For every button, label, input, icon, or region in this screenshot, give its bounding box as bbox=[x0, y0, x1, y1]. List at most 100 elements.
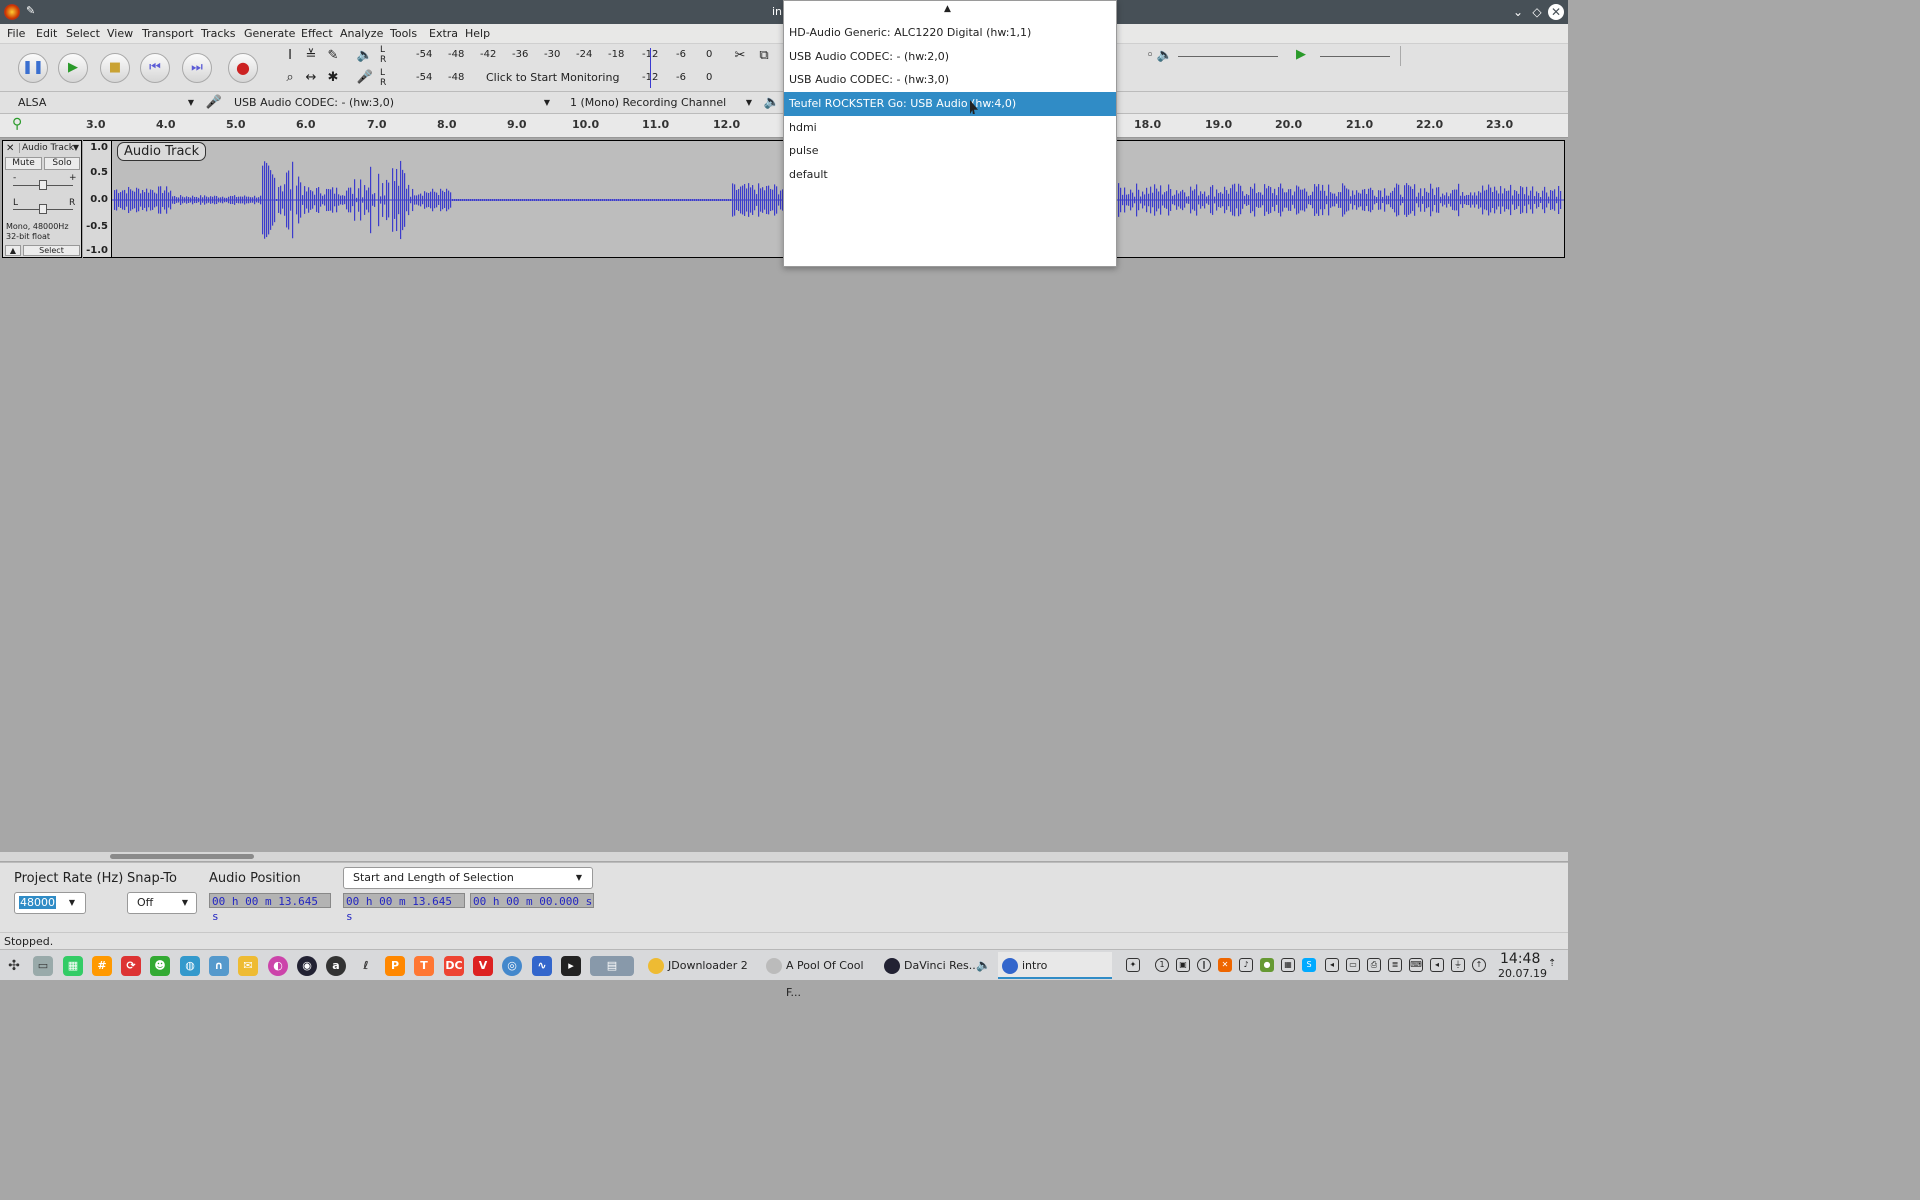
clock-time[interactable]: 14:48 bbox=[1500, 951, 1540, 967]
app-icon[interactable] bbox=[4, 4, 20, 20]
play-speed-slider[interactable] bbox=[1320, 56, 1390, 57]
track-close-button[interactable]: ✕ bbox=[6, 143, 14, 154]
timeshift-tool-icon[interactable]: ↔ bbox=[301, 68, 321, 88]
menu-select[interactable]: Select bbox=[66, 27, 100, 40]
skype-tray-icon[interactable]: S bbox=[1302, 958, 1316, 972]
network-tray-icon[interactable]: ↑ bbox=[1472, 958, 1486, 972]
draw-tool-icon[interactable]: ✎ bbox=[323, 46, 343, 66]
zoom-tool-icon[interactable]: ⌕ bbox=[280, 68, 300, 88]
device-tray-icon[interactable]: ▣ bbox=[1176, 958, 1190, 972]
minimize-icon[interactable]: ⌄ bbox=[1510, 4, 1526, 20]
mail-icon[interactable]: ✉ bbox=[238, 956, 258, 976]
menu-transport[interactable]: Transport bbox=[142, 27, 194, 40]
headphones-icon[interactable]: ∩ bbox=[209, 956, 229, 976]
play-at-speed-button[interactable]: ▶ bbox=[1296, 47, 1314, 65]
scrollbar-thumb[interactable] bbox=[110, 854, 254, 859]
menu-file[interactable]: File bbox=[7, 27, 25, 40]
audio-position-field[interactable]: 00 h 00 m 13.645 s bbox=[209, 893, 331, 923]
dropdown-item[interactable]: USB Audio CODEC: - (hw:2,0) bbox=[784, 45, 1116, 69]
dropdown-item[interactable]: USB Audio CODEC: - (hw:3,0) bbox=[784, 68, 1116, 92]
game-icon[interactable]: ☻ bbox=[150, 956, 170, 976]
clock-date[interactable]: 20.07.19 bbox=[1498, 967, 1547, 980]
copy-icon[interactable]: ⧉ bbox=[754, 46, 774, 66]
solo-button[interactable]: Solo bbox=[44, 157, 80, 170]
menu-analyze[interactable]: Analyze bbox=[340, 27, 383, 40]
playback-device-dropdown[interactable]: ▲ HD-Audio Generic: ALC1220 Digital (hw:… bbox=[783, 0, 1117, 267]
drive-icon[interactable]: ▭ bbox=[33, 956, 53, 976]
menu-tools[interactable]: Tools bbox=[390, 27, 417, 40]
cut-icon[interactable]: ✂ bbox=[730, 46, 750, 66]
scroll-up-icon[interactable]: ▲ bbox=[944, 4, 951, 14]
menu-tracks[interactable]: Tracks bbox=[201, 27, 236, 40]
select-track-button[interactable]: Select bbox=[23, 245, 80, 256]
gain-slider-thumb[interactable] bbox=[39, 180, 47, 190]
color-wheel-icon[interactable]: ◐ bbox=[268, 956, 288, 976]
recording-device-select[interactable]: USB Audio CODEC: - (hw:3,0) ▼ bbox=[228, 94, 554, 112]
playback-meter[interactable]: L R -54 -48 -42 -36 -30 -24 -18 -12 -6 0 bbox=[380, 45, 714, 65]
mute-button[interactable]: Mute bbox=[5, 157, 42, 170]
terminal-icon[interactable]: ▸ bbox=[561, 956, 581, 976]
skip-end-button[interactable]: ⏭ bbox=[182, 53, 212, 83]
task-intro[interactable]: intro bbox=[998, 952, 1112, 979]
record-meter[interactable]: L R -54 -48 Click to Start Monitoring -1… bbox=[380, 68, 714, 88]
selection-mode-select[interactable]: Start and Length of Selection ▼ bbox=[343, 867, 593, 889]
audio-host-select[interactable]: ALSA ▼ bbox=[12, 94, 198, 112]
davinci-launcher-icon[interactable]: ◉ bbox=[297, 956, 317, 976]
desktop-pager-icon[interactable]: ▤ bbox=[590, 956, 634, 976]
lightbulb-tray-icon[interactable]: ✦ bbox=[1126, 958, 1140, 972]
recording-channels-select[interactable]: 1 (Mono) Recording Channel ▼ bbox=[564, 94, 756, 112]
speaker-tray-icon[interactable]: ◂ bbox=[1430, 958, 1444, 972]
display-tray-icon[interactable]: ▭ bbox=[1346, 958, 1360, 972]
volume-tray-icon[interactable]: ◂ bbox=[1325, 958, 1339, 972]
collapse-track-icon[interactable]: ▲ bbox=[5, 245, 21, 256]
a-app-icon[interactable]: a bbox=[326, 956, 346, 976]
multi-tool-icon[interactable]: ✱ bbox=[323, 68, 343, 88]
info-tray-icon[interactable]: 1 bbox=[1155, 958, 1169, 972]
track-name-menu[interactable]: Audio Track ▼ bbox=[19, 143, 81, 153]
bell-tray-icon[interactable]: ♪ bbox=[1239, 958, 1253, 972]
start-monitoring-hint[interactable]: Click to Start Monitoring bbox=[486, 71, 619, 84]
skip-start-button[interactable]: ⏮ bbox=[140, 53, 170, 83]
p-app-icon[interactable]: P bbox=[385, 956, 405, 976]
selection-tool-icon[interactable]: I bbox=[280, 46, 300, 66]
green-tray-icon[interactable]: ● bbox=[1260, 958, 1274, 972]
dropdown-item-selected[interactable]: Teufel ROCKSTER Go: USB Audio (hw:4,0) bbox=[784, 92, 1116, 116]
pause-button[interactable]: ❚❚ bbox=[18, 53, 48, 83]
task-jdownloader[interactable]: JDownloader 2 bbox=[644, 952, 754, 979]
app-launcher-icon[interactable]: ✣ bbox=[4, 956, 24, 976]
close-icon[interactable]: ✕ bbox=[1548, 4, 1564, 20]
pin-playhead-icon[interactable]: ⚲ bbox=[12, 116, 30, 134]
selection-start-field[interactable]: 00 h 00 m 13.645 s bbox=[343, 893, 465, 923]
snap-to-select[interactable]: Off ▼ bbox=[127, 892, 197, 914]
keyboard-tray-icon[interactable]: ⌨ bbox=[1409, 958, 1423, 972]
notes-tray-icon[interactable]: ≣ bbox=[1388, 958, 1402, 972]
globe-icon[interactable]: ◍ bbox=[180, 956, 200, 976]
pen-icon[interactable]: ℓ bbox=[356, 956, 376, 976]
pause-tray-icon[interactable]: ∥ bbox=[1197, 958, 1211, 972]
menu-generate[interactable]: Generate bbox=[244, 27, 295, 40]
menu-view[interactable]: View bbox=[107, 27, 133, 40]
menu-extra[interactable]: Extra bbox=[429, 27, 458, 40]
pan-slider-thumb[interactable] bbox=[39, 204, 47, 214]
dropdown-item[interactable]: hdmi bbox=[784, 116, 1116, 140]
dc-app-icon[interactable]: DC bbox=[444, 956, 464, 976]
track-label[interactable]: Audio Track bbox=[117, 142, 207, 161]
menu-edit[interactable]: Edit bbox=[36, 27, 57, 40]
tray-expand-icon[interactable]: ⇡ bbox=[1548, 958, 1556, 969]
menu-help[interactable]: Help bbox=[465, 27, 490, 40]
play-button[interactable]: ▶ bbox=[58, 53, 88, 83]
dropdown-item[interactable]: default bbox=[784, 163, 1116, 187]
task-davinci[interactable]: DaVinci Res... bbox=[880, 952, 990, 979]
chromium-icon[interactable]: ◎ bbox=[502, 956, 522, 976]
playback-volume-slider[interactable] bbox=[1178, 56, 1278, 57]
horizontal-scrollbar[interactable] bbox=[0, 852, 1568, 861]
maximize-icon[interactable]: ◇ bbox=[1529, 4, 1545, 20]
selection-length-field[interactable]: 00 h 00 m 00.000 s bbox=[470, 893, 594, 908]
dropdown-item[interactable]: HD-Audio Generic: ALC1220 Digital (hw:1,… bbox=[784, 21, 1116, 45]
media-tray-icon[interactable]: ✕ bbox=[1218, 958, 1232, 972]
speaker-icon[interactable]: 🔈 bbox=[355, 46, 375, 66]
usb-tray-icon[interactable]: ⏚ bbox=[1451, 958, 1465, 972]
pin-icon[interactable]: ✎ bbox=[26, 4, 35, 17]
project-rate-input[interactable]: 48000 ▼ bbox=[14, 892, 86, 914]
envelope-tool-icon[interactable]: ≚ bbox=[301, 46, 321, 66]
